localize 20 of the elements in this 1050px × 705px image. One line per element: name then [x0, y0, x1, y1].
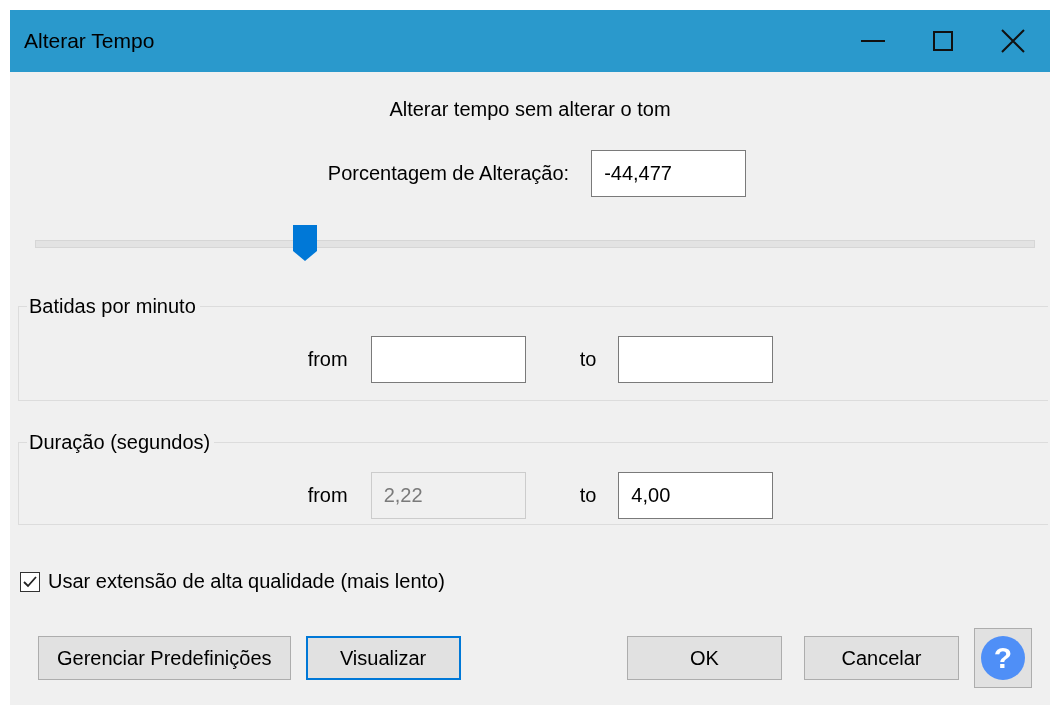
- field-label: from: [307, 484, 348, 507]
- slider-thumb[interactable]: [293, 225, 317, 261]
- button[interactable]: Cancelar: [804, 636, 959, 680]
- checkbox[interactable]: [20, 571, 40, 592]
- input-field[interactable]: [370, 336, 526, 383]
- group-title: Duração (segundos): [28, 431, 212, 454]
- field-label: from: [307, 348, 348, 371]
- field-label: Porcentagem de Alteração:: [327, 162, 570, 185]
- input-field[interactable]: [618, 336, 774, 383]
- group-title: Batidas por minuto: [28, 295, 197, 318]
- button[interactable]: Gerenciar Predefinições: [38, 636, 291, 680]
- button[interactable]: OK: [627, 636, 782, 680]
- window-title: Alterar Tempo: [24, 29, 156, 53]
- input-field[interactable]: 4,00: [618, 472, 774, 519]
- field-label: to: [579, 484, 597, 507]
- field-label: to: [579, 348, 597, 371]
- focused-button[interactable]: Visualizar: [305, 636, 461, 680]
- heading-text: Alterar tempo sem alterar o tom: [388, 98, 672, 122]
- checkbox-label: Usar extensão de alta qualidade (mais lento): [48, 570, 445, 593]
- input-field[interactable]: -44,477: [591, 150, 747, 197]
